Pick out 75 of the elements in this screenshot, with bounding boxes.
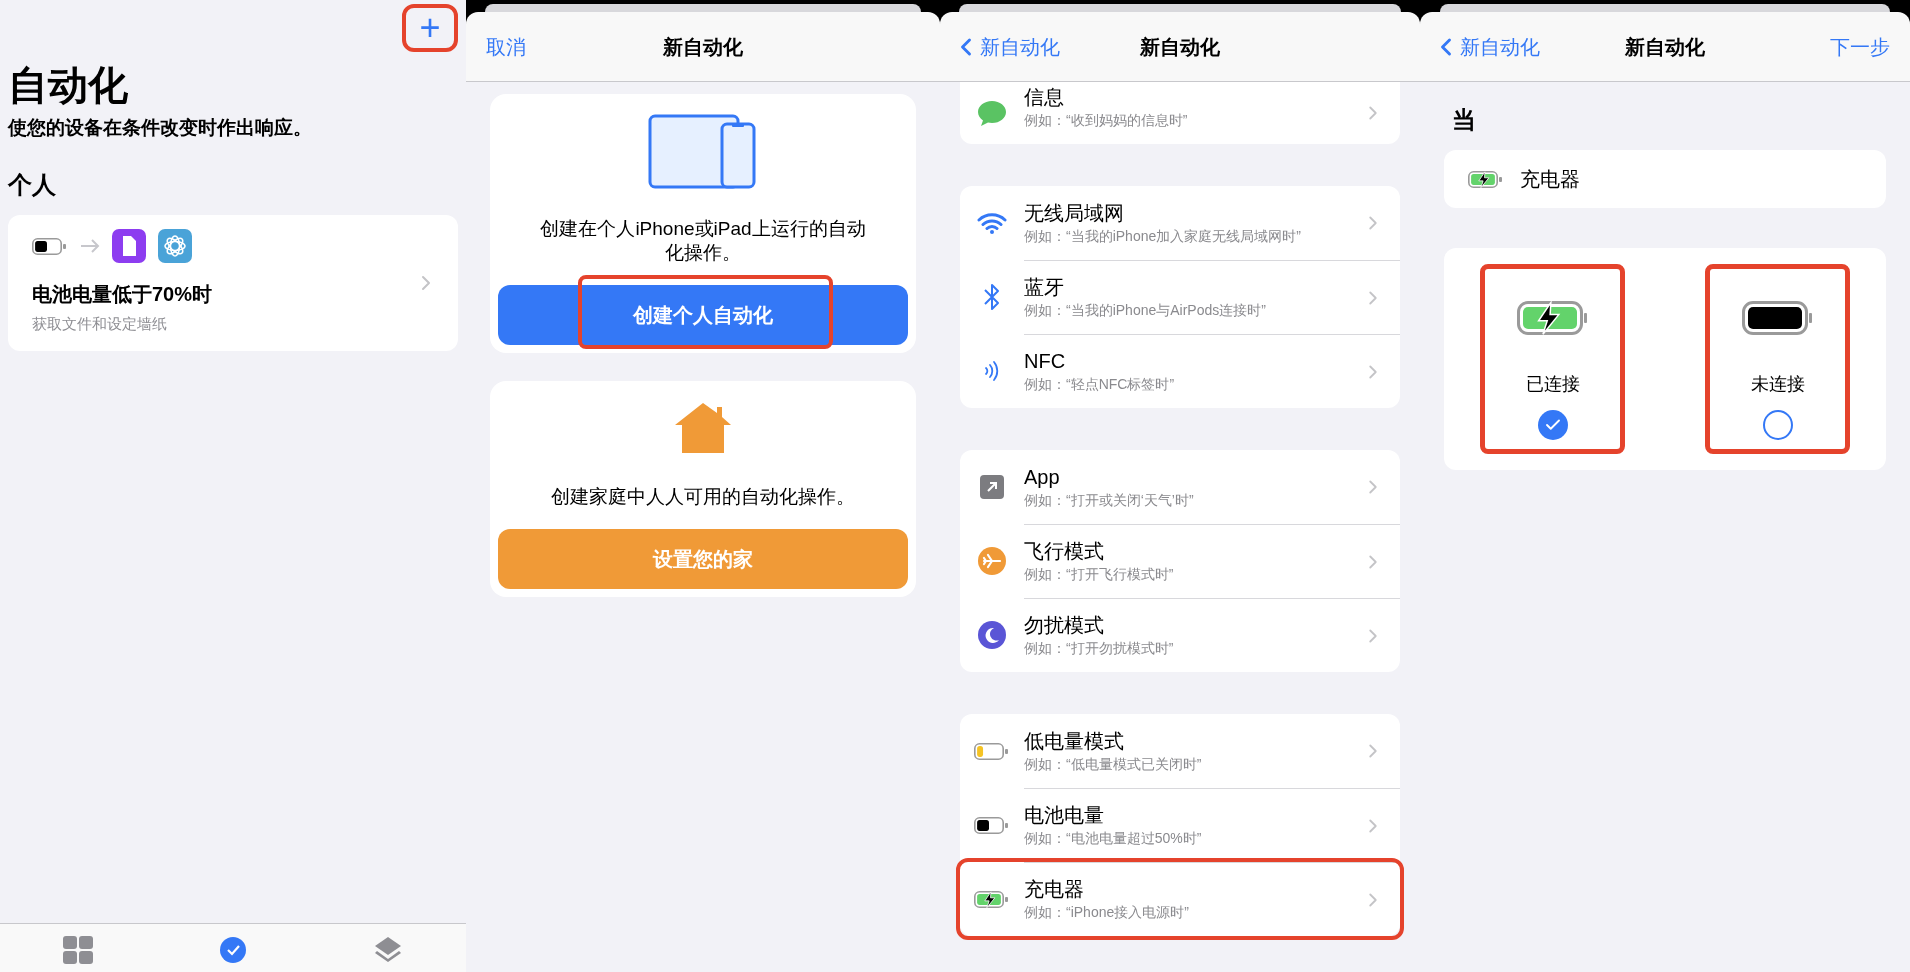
charging-battery-icon [1468, 170, 1504, 188]
trigger-row[interactable]: 充电器 例如：“iPhone接入电源时” [960, 862, 1400, 936]
trigger-example: 例如：“收到妈妈的信息时” [1024, 110, 1189, 130]
trigger-row[interactable]: 蓝牙 例如：“当我的iPhone与AirPods连接时” [960, 260, 1400, 334]
create-button[interactable]: 创建个人自动化 [498, 285, 908, 345]
option-label: 已连接 [1525, 373, 1580, 396]
screen-title: 新自动化 [1625, 34, 1705, 60]
trigger-example: 例如：“电池电量超过50%时” [1024, 829, 1203, 848]
trigger-title: 电池电量 [1024, 803, 1105, 828]
trigger-example: 例如：“低电量模式已关闭时” [1024, 754, 1203, 774]
trigger-title: 蓝牙 [1024, 275, 1065, 300]
trigger-example: 例如：“打开飞行模式时” [1024, 565, 1175, 584]
wifi-icon [977, 212, 1007, 234]
charging-battery-icon [1516, 301, 1589, 335]
cancel-button[interactable]: 取消 [486, 31, 526, 62]
trigger-row[interactable]: 飞行模式 例如：“打开飞行模式时” [960, 524, 1400, 598]
checkmark-circle-icon [219, 936, 247, 964]
trigger-row[interactable]: 低电量模式 例如：“低电量模式已关闭时” [960, 714, 1400, 788]
moon-icon [978, 621, 1006, 649]
trigger-row[interactable]: 无线局域网 例如：“当我的iPhone加入家庭无线局域网时” [960, 186, 1400, 260]
back-button[interactable]: 新自动化 [1440, 31, 1540, 62]
trigger-example: 例如：“打开或关闭‘天气’时” [1024, 490, 1195, 510]
document-app-icon [112, 229, 146, 264]
trigger-example: 例如：“轻点NFC标签时” [1024, 375, 1176, 394]
airplane-icon [978, 547, 1006, 575]
trigger-title: 低电量模式 [1024, 728, 1125, 754]
section-heading: 当 [1451, 105, 1477, 135]
trigger-title: 无线局域网 [1024, 200, 1125, 226]
bluetooth-icon [983, 282, 1001, 312]
trigger-title: 勿扰模式 [1024, 613, 1105, 638]
trigger-row[interactable]: 勿扰模式 例如：“打开勿扰模式时” [960, 598, 1400, 672]
trigger-row[interactable]: NFC 例如：“轻点NFC标签时” [960, 334, 1400, 408]
option-label: 未连接 [1750, 373, 1805, 396]
trigger-title: 充电器 [1024, 877, 1085, 902]
automation-title: 电池电量低于70%时 [32, 282, 214, 308]
next-button[interactable]: 下一步 [1830, 31, 1890, 62]
trigger-title: App [1024, 464, 1061, 490]
grid-icon [62, 936, 93, 964]
trigger-title: NFC [1024, 349, 1067, 374]
trigger-row[interactable]: 电池电量 例如：“电池电量超过50%时” [960, 788, 1400, 862]
screen-title: 新自动化 [1140, 34, 1220, 60]
option-tile[interactable]: 未连接 [1705, 264, 1850, 454]
tab-button[interactable] [62, 936, 93, 964]
card-description: 创建在个人iPhone或iPad上运行的自动化操作。 [539, 217, 867, 265]
page-title: 自动化 [7, 62, 129, 109]
flower-app-icon [158, 229, 192, 264]
automation-card[interactable]: 电池电量低于70%时 获取文件和设定墙纸 [8, 214, 458, 351]
page-subtitle: 使您的设备在条件改变时作出响应。 [6, 116, 313, 140]
battery-icon [974, 742, 1010, 760]
speech-bubble-icon [977, 99, 1007, 127]
arrow-right-icon [80, 239, 100, 254]
trigger-row[interactable]: 信息 例如：“收到妈妈的信息时” [960, 82, 1400, 144]
option-tile[interactable]: 已连接 [1480, 264, 1625, 454]
signal-waves-icon [984, 358, 1000, 384]
automation-subtitle: 获取文件和设定墙纸 [32, 314, 168, 335]
screen-title: 新自动化 [663, 34, 743, 60]
battery-icon [974, 816, 1010, 834]
battery-icon [32, 237, 68, 255]
charging-battery-icon [974, 890, 1010, 908]
trigger-example: 例如：“打开勿扰模式时” [1024, 639, 1175, 658]
trigger-example: 例如：“当我的iPhone加入家庭无线局域网时” [1024, 226, 1302, 246]
section-heading: 个人 [6, 169, 57, 200]
arrow-square-icon [980, 475, 1004, 499]
trigger-example: 例如：“iPhone接入电源时” [1024, 903, 1190, 922]
back-button[interactable]: 新自动化 [960, 31, 1060, 62]
trigger-title: 飞行模式 [1024, 539, 1105, 564]
trigger-row[interactable]: App 例如：“打开或关闭‘天气’时” [960, 450, 1400, 524]
house-icon [674, 401, 732, 453]
trigger-name: 充电器 [1520, 167, 1580, 192]
tab-button[interactable] [219, 936, 247, 964]
trigger-title: 信息 [1024, 84, 1065, 110]
battery-icon [1741, 301, 1814, 335]
tablet-and-phone-icon [648, 114, 758, 189]
trigger-example: 例如：“当我的iPhone与AirPods连接时” [1024, 301, 1267, 320]
card-description: 创建家庭中人人可用的自动化操作。 [550, 485, 856, 509]
